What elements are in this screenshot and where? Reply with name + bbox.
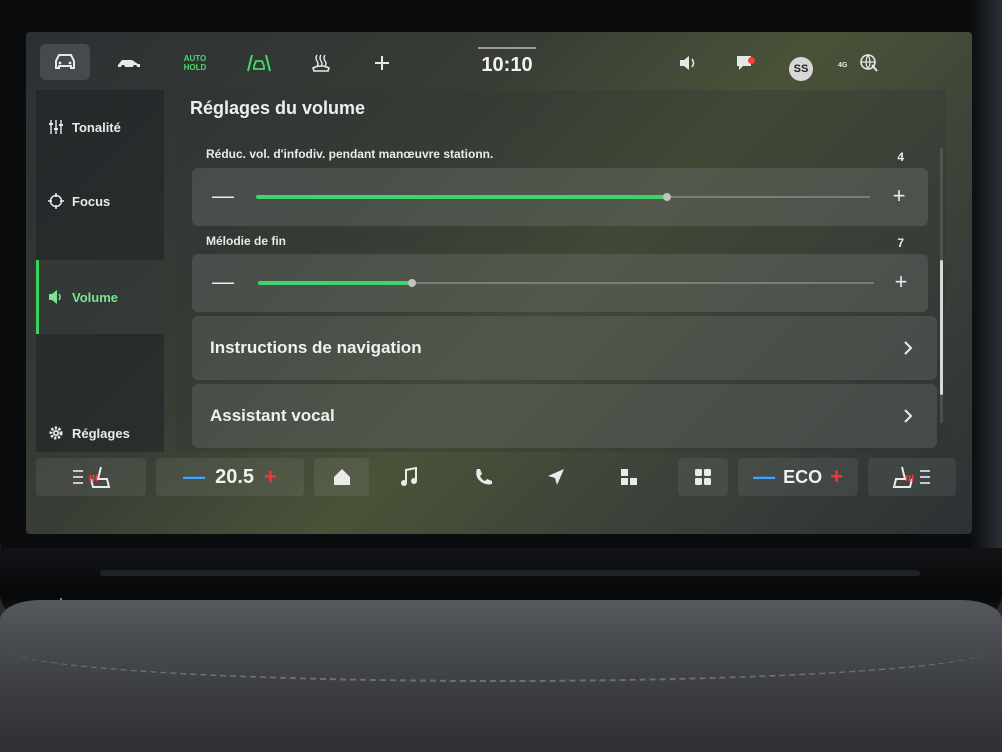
slider-track[interactable] <box>258 279 874 287</box>
online-services-icon <box>860 54 878 72</box>
seat-heating-left-icon <box>73 466 111 488</box>
sidebar-item-label: Volume <box>72 289 118 305</box>
sidebar-item-label: Focus <box>72 193 111 209</box>
chevron-right-icon <box>904 341 913 355</box>
lane-assist-button[interactable] <box>241 48 277 78</box>
link-assistant-vocal[interactable]: Assistant vocal <box>192 384 937 448</box>
heated-windshield-button[interactable] <box>306 48 336 78</box>
sidebar-item-label: Réglages <box>72 425 130 441</box>
decrease-button[interactable]: — <box>210 269 236 295</box>
slider-knob[interactable] <box>663 193 672 201</box>
slider-label-melodie-fin: Mélodie de fin <box>206 234 287 248</box>
top-bar: AUTO HOLD 10:10 SS 4G <box>26 32 972 90</box>
link-label: Instructions de navigation <box>210 338 422 357</box>
speaker-icon <box>680 56 695 70</box>
drive-mode-next-button[interactable]: + <box>830 464 843 490</box>
home-button[interactable] <box>314 458 369 496</box>
sidebar-item-volume[interactable]: Volume <box>36 260 164 334</box>
chevron-right-icon <box>904 409 913 423</box>
media-button[interactable] <box>384 458 434 496</box>
slider-knob[interactable] <box>408 279 416 287</box>
side-trim <box>970 0 1002 560</box>
profile-avatar[interactable]: SS <box>789 57 813 81</box>
sidebar-item-label: Tonalité <box>72 119 121 135</box>
add-shortcut-button[interactable] <box>368 48 396 78</box>
focus-target-icon <box>48 193 64 209</box>
driver-seat-heating-button[interactable] <box>36 458 146 496</box>
decrease-button[interactable]: — <box>210 183 236 209</box>
bottom-bar: — 20.5 + — ECO + <box>36 458 962 500</box>
temperature-decrease-button[interactable]: — <box>183 464 205 490</box>
drive-mode-value: ECO <box>783 466 823 487</box>
drive-mode-previous-button[interactable]: — <box>753 464 775 490</box>
app-blocks-icon <box>621 469 637 485</box>
apps-button[interactable] <box>604 458 654 496</box>
car-front-icon <box>55 54 75 69</box>
slider-fill <box>258 281 412 285</box>
network-signal: 4G <box>838 62 848 69</box>
temperature-value: 20.5 <box>215 465 255 488</box>
sidebar-item-focus[interactable]: Focus <box>36 164 164 238</box>
auto-hold-line2: HOLD <box>183 63 207 72</box>
slider-value-parking-reduction: 4 <box>897 150 904 164</box>
touch-strip[interactable] <box>100 570 920 576</box>
phone-button[interactable] <box>458 458 508 496</box>
increase-button[interactable]: + <box>886 183 912 209</box>
slider-fill <box>256 195 668 199</box>
temperature-increase-button[interactable]: + <box>264 464 277 490</box>
navigation-arrow-icon <box>548 469 564 485</box>
volume-settings-panel: Réglages du volume Réduc. vol. d'infodiv… <box>176 90 946 452</box>
clock: 10:10 <box>481 54 533 76</box>
slider-label-parking-reduction: Réduc. vol. d'infodiv. pendant manœuvre … <box>206 147 494 161</box>
phone-icon <box>476 469 492 485</box>
menu-grid-button[interactable] <box>678 458 728 496</box>
navigation-button[interactable] <box>531 458 581 496</box>
page-title: Réglages du volume <box>190 98 366 118</box>
scrollbar[interactable] <box>940 148 943 423</box>
link-label: Assistant vocal <box>210 406 335 425</box>
slider-track[interactable] <box>256 193 870 201</box>
windshield-heat-icon <box>312 54 330 72</box>
temperature-control: — 20.5 + <box>156 458 304 496</box>
scrollbar-thumb[interactable] <box>940 260 943 395</box>
speaker-icon <box>49 290 61 304</box>
notifications-button[interactable] <box>731 48 759 78</box>
vehicle-status-button[interactable] <box>40 44 90 80</box>
car-side-icon <box>118 60 140 69</box>
link-instructions-navigation[interactable]: Instructions de navigation <box>192 316 937 380</box>
passenger-seat-heating-button[interactable] <box>868 458 956 496</box>
clock-divider <box>478 47 536 49</box>
drive-mode-control: — ECO + <box>738 458 858 496</box>
slider-value-melodie-fin: 7 <box>897 236 904 250</box>
auto-hold-line1: AUTO <box>183 54 207 63</box>
seat-heating-right-icon <box>892 466 930 488</box>
sidebar-item-tonalite[interactable]: Tonalité <box>36 90 164 164</box>
slider-melodie-fin: — + <box>192 254 928 312</box>
parking-assist-button[interactable] <box>114 48 144 78</box>
slider-parking-reduction: — + <box>192 168 928 226</box>
gear-icon <box>49 426 63 440</box>
home-icon <box>333 469 350 485</box>
plus-icon <box>375 56 389 70</box>
music-note-icon <box>401 467 417 486</box>
notification-badge <box>748 57 755 64</box>
auto-hold-button[interactable]: AUTO HOLD <box>176 48 214 78</box>
connectivity-button[interactable] <box>856 48 882 78</box>
infotainment-screen: AUTO HOLD 10:10 SS 4G Tonalité Focus Vol… <box>26 32 972 534</box>
volume-button[interactable] <box>674 48 702 78</box>
sidebar-item-reglages[interactable]: Réglages <box>36 410 164 456</box>
settings-sidebar: Tonalité Focus Volume Réglages <box>36 90 164 452</box>
equalizer-icon <box>49 120 63 134</box>
grid-icon <box>695 469 711 485</box>
increase-button[interactable]: + <box>888 269 914 295</box>
lane-assist-icon <box>247 54 271 72</box>
